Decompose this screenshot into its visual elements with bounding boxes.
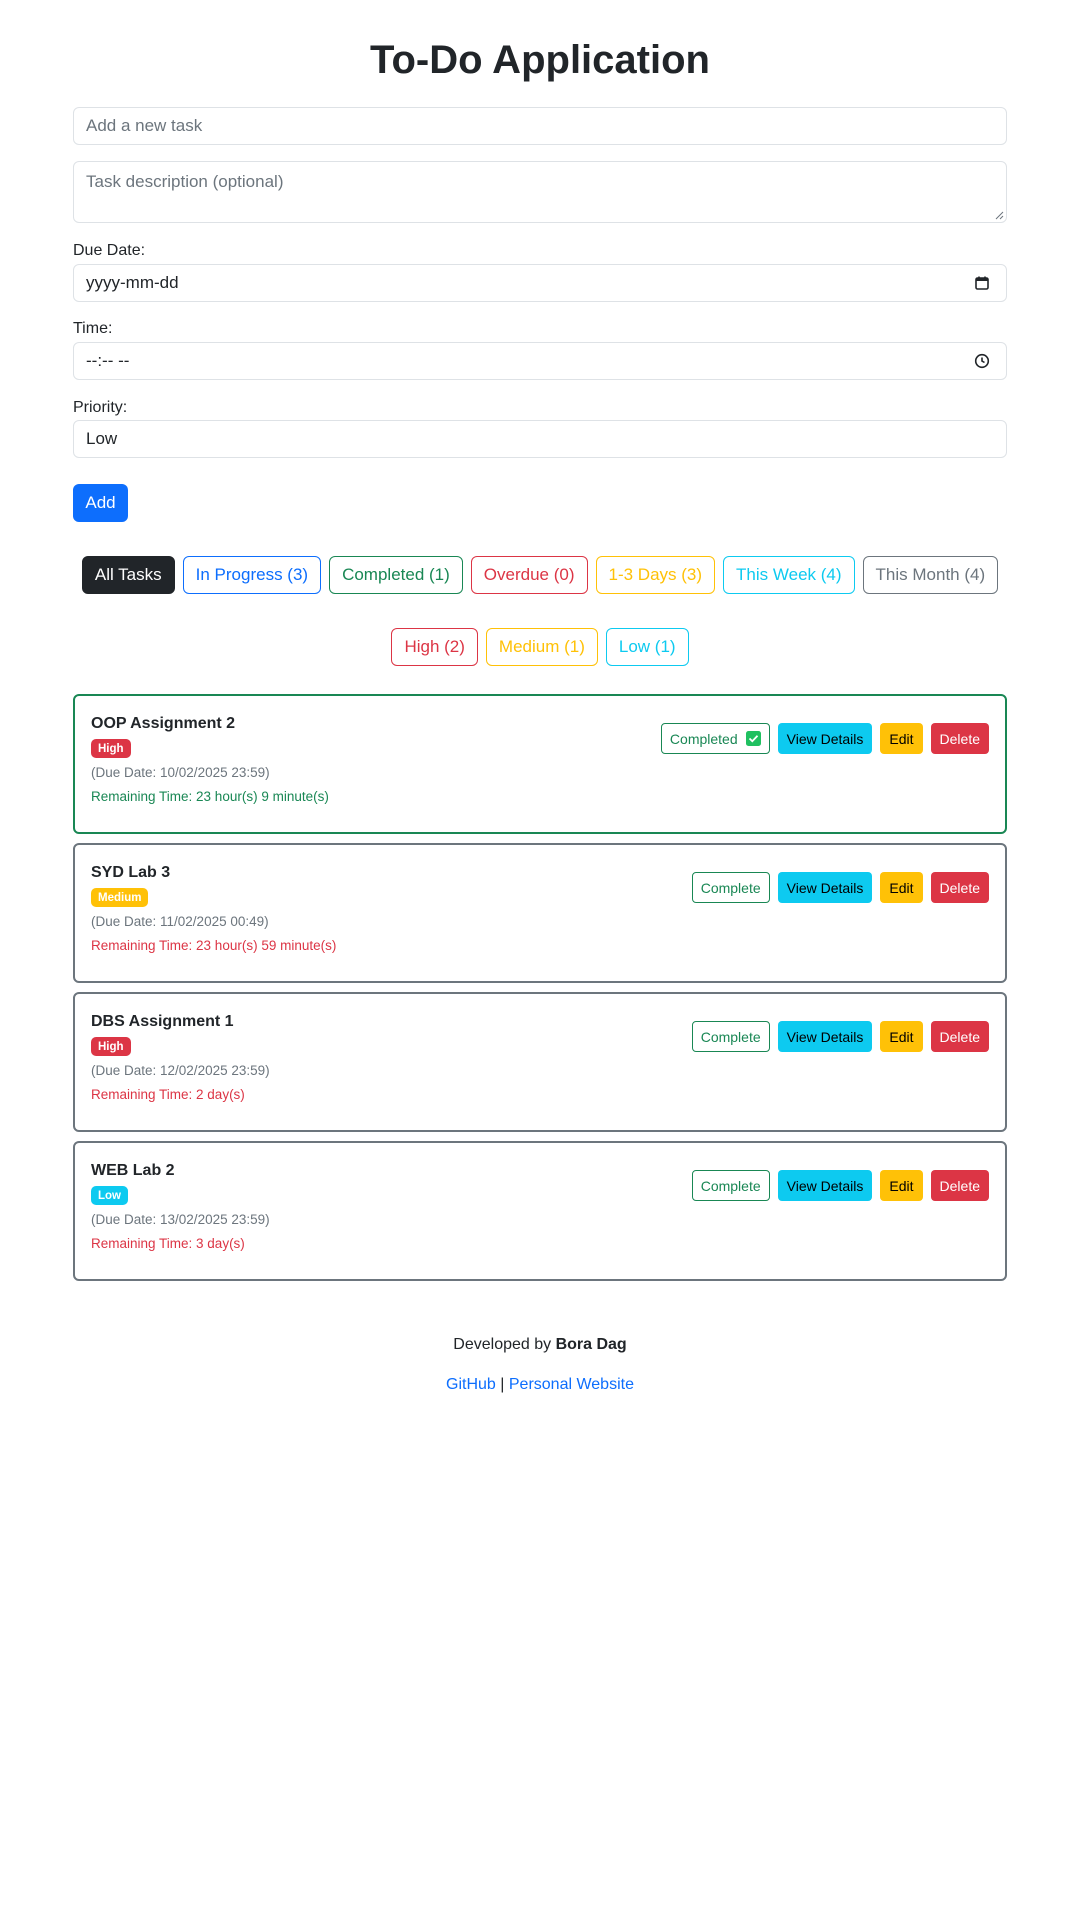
add-task-button[interactable]: Add <box>73 484 128 522</box>
time-value: --:-- -- <box>86 351 130 370</box>
github-link[interactable]: GitHub <box>446 1376 496 1393</box>
due-date-label: Due Date: <box>73 242 146 259</box>
footer-credit: Developed by Bora Dag <box>73 1336 1007 1354</box>
priority-filter-bar: High (2) Medium (1) Low (1) <box>73 628 1007 666</box>
edit-button[interactable]: Edit <box>880 1170 923 1201</box>
filter-in-progress-button[interactable]: In Progress (3) <box>182 556 322 594</box>
view-details-button[interactable]: View Details <box>777 723 873 754</box>
filter-completed-button[interactable]: Completed (1) <box>329 556 463 594</box>
delete-button[interactable]: Delete <box>930 723 989 754</box>
priority-badge: Medium <box>91 888 149 907</box>
task-actions: Completed View Details Edit Delete <box>660 723 989 754</box>
status-filter-bar: All Tasks In Progress (3) Completed (1) Ove… <box>73 556 1007 594</box>
task-card: DBS Assignment 1 High (Due Date: 12/02/202… <box>73 992 1007 1132</box>
filter-overdue-button[interactable]: Overdue (0) <box>470 556 588 594</box>
status-label: Completed <box>669 730 738 747</box>
view-details-button[interactable]: View Details <box>777 872 873 903</box>
task-description-placeholder: Task description (optional) <box>86 172 284 191</box>
task-remaining-time: Remaining Time: 23 hour(s) 9 minute(s) <box>91 789 329 804</box>
task-remaining-time: Remaining Time: 2 day(s) <box>91 1087 245 1102</box>
personal-website-link[interactable]: Personal Website <box>509 1376 634 1393</box>
filter-this-month-button[interactable]: This Month (4) <box>862 556 999 594</box>
time-input[interactable]: --:-- -- <box>73 342 1007 380</box>
footer-author: Bora Dag <box>555 1336 627 1353</box>
task-title: DBS Assignment 1 <box>91 1013 234 1030</box>
task-due-date: (Due Date: 12/02/2025 23:59) <box>91 1063 270 1078</box>
task-title-input[interactable]: Add a new task <box>73 107 1007 145</box>
filter-all-tasks-button[interactable]: All Tasks <box>81 556 175 594</box>
delete-button[interactable]: Delete <box>930 872 989 903</box>
edit-button[interactable]: Edit <box>880 872 923 903</box>
task-due-date: (Due Date: 10/02/2025 23:59) <box>91 765 270 780</box>
status-label: Complete <box>700 1177 761 1194</box>
task-actions: Complete View Details Edit Delete <box>691 1021 989 1052</box>
footer-separator: | <box>500 1376 505 1393</box>
due-date-input[interactable]: yyyy-mm-dd <box>73 264 1007 302</box>
calendar-icon[interactable] <box>974 275 990 291</box>
priority-filter-medium-button[interactable]: Medium (1) <box>485 628 598 666</box>
task-card: SYD Lab 3 Medium (Due Date: 11/02/2025 00:… <box>73 843 1007 983</box>
priority-select[interactable]: Low <box>73 420 1007 458</box>
filter-this-week-button[interactable]: This Week (4) <box>723 556 855 594</box>
priority-filter-low-button[interactable]: Low (1) <box>605 628 689 666</box>
task-card: WEB Lab 2 Low (Due Date: 13/02/2025 23:59)… <box>73 1141 1007 1281</box>
task-remaining-time: Remaining Time: 3 day(s) <box>91 1236 245 1251</box>
complete-button[interactable]: Complete <box>691 1170 770 1201</box>
complete-button[interactable]: Complete <box>691 1021 770 1052</box>
task-due-date: (Due Date: 11/02/2025 00:49) <box>91 914 269 929</box>
filter-1-3-days-button[interactable]: 1-3 Days (3) <box>595 556 716 594</box>
footer-developed-by: Developed by <box>453 1336 552 1353</box>
task-due-date: (Due Date: 13/02/2025 23:59) <box>91 1212 270 1227</box>
priority-badge: Low <box>91 1186 128 1205</box>
footer-links: GitHub | Personal Website <box>73 1376 1007 1394</box>
priority-filter-high-button[interactable]: High (2) <box>391 628 478 666</box>
task-actions: Complete View Details Edit Delete <box>691 872 989 903</box>
task-description-textarea[interactable]: Task description (optional) <box>73 161 1007 223</box>
task-remaining-time: Remaining Time: 23 hour(s) 59 minute(s) <box>91 938 337 953</box>
view-details-button[interactable]: View Details <box>777 1170 873 1201</box>
due-date-value: yyyy-mm-dd <box>86 273 179 292</box>
task-title: WEB Lab 2 <box>91 1162 175 1179</box>
resize-handle-icon[interactable] <box>995 211 1004 220</box>
priority-label: Priority: <box>73 399 128 416</box>
task-title-placeholder: Add a new task <box>86 116 203 135</box>
task-title: SYD Lab 3 <box>91 864 171 881</box>
task-card: OOP Assignment 2 High (Due Date: 10/02/202… <box>73 694 1007 834</box>
priority-badge: High <box>91 1037 131 1056</box>
delete-button[interactable]: Delete <box>930 1170 989 1201</box>
edit-button[interactable]: Edit <box>880 1021 923 1052</box>
task-actions: Complete View Details Edit Delete <box>691 1170 989 1201</box>
clock-icon[interactable] <box>974 353 990 369</box>
time-label: Time: <box>73 320 113 337</box>
task-title: OOP Assignment 2 <box>91 715 236 732</box>
checkbox-checked-icon <box>745 731 761 746</box>
priority-selected-value: Low <box>86 429 118 448</box>
edit-button[interactable]: Edit <box>880 723 923 754</box>
status-label: Complete <box>700 1028 761 1045</box>
completed-button[interactable]: Completed <box>660 723 770 754</box>
view-details-button[interactable]: View Details <box>777 1021 873 1052</box>
page-title: To-Do Application <box>370 38 710 82</box>
delete-button[interactable]: Delete <box>930 1021 989 1052</box>
status-label: Complete <box>700 879 761 896</box>
priority-badge: High <box>91 739 131 758</box>
complete-button[interactable]: Complete <box>691 872 770 903</box>
